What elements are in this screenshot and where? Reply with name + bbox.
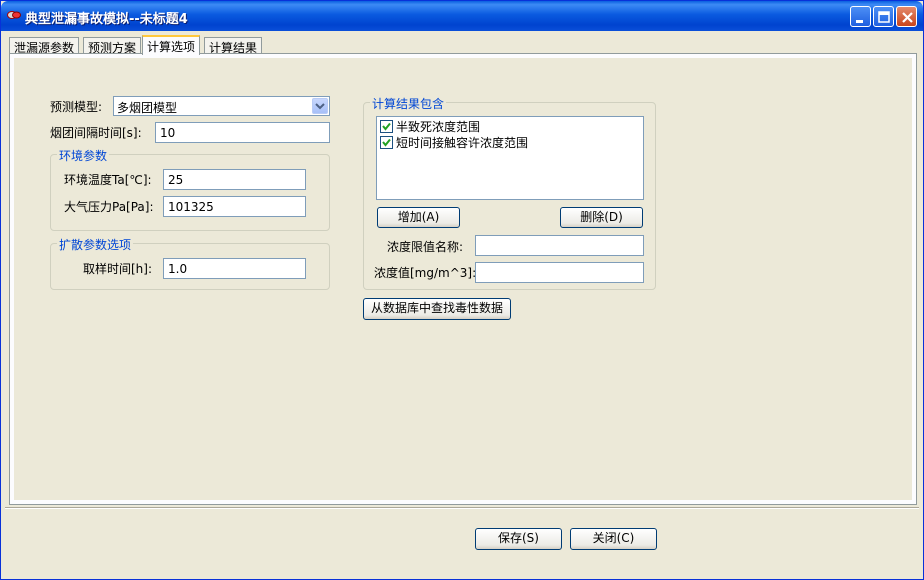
minimize-button[interactable] <box>850 6 871 27</box>
results-listbox[interactable]: 半致死浓度范围 短时间接触容许浓度范围 <box>376 116 644 200</box>
sample-time-input[interactable] <box>163 258 306 279</box>
conc-input[interactable] <box>475 262 644 283</box>
checkbox-lethal[interactable] <box>380 120 393 133</box>
minimize-icon <box>856 20 863 23</box>
conc-label: 浓度值[mg/m^3]: <box>374 266 477 280</box>
model-label: 预测模型: <box>50 100 103 114</box>
tab-calc-results[interactable]: 计算结果 <box>204 37 263 55</box>
model-select-value: 多烟团模型 <box>117 101 178 115</box>
sample-time-label: 取样时间[h]: <box>83 262 153 276</box>
tab-forecast-plan[interactable]: 预测方案 <box>83 37 142 55</box>
maximize-button[interactable] <box>873 6 894 27</box>
interval-input[interactable] <box>155 122 330 143</box>
env-group-title: 环境参数 <box>57 147 110 164</box>
limit-name-input[interactable] <box>475 235 644 256</box>
pressure-label: 大气压力Pa[Pa]: <box>64 200 154 214</box>
chevron-down-icon[interactable] <box>312 98 328 114</box>
save-button[interactable]: 保存(S) <box>475 528 562 550</box>
results-group-title: 计算结果包含 <box>370 95 447 112</box>
interval-label: 烟团间隔时间[s]: <box>50 126 142 140</box>
add-button[interactable]: 增加(A) <box>377 207 460 228</box>
app-icon <box>7 11 21 19</box>
temp-label: 环境温度Ta[℃]: <box>64 173 152 187</box>
diffusion-group-title: 扩散参数选项 <box>57 236 134 253</box>
footer-divider <box>5 507 919 509</box>
check-label-short-term: 短时间接触容许浓度范围 <box>396 136 529 150</box>
window-title: 典型泄漏事故模拟--未标题4 <box>25 12 188 27</box>
close-window-button[interactable] <box>896 6 917 27</box>
env-group: 环境参数 <box>50 147 330 231</box>
app-window: 典型泄漏事故模拟--未标题4 泄漏源参数 预测方案 计算选项 计算结果 预测模型… <box>0 0 924 580</box>
delete-button[interactable]: 删除(D) <box>560 207 643 228</box>
tab-leak-source[interactable]: 泄漏源参数 <box>9 37 80 55</box>
close-button[interactable]: 关闭(C) <box>570 528 657 550</box>
checkbox-short-term[interactable] <box>380 136 393 149</box>
checkmark-icon <box>382 138 391 147</box>
panel-body: 预测模型: 多烟团模型 烟团间隔时间[s]: 环境参数 环境温度Ta[℃]: 大… <box>14 58 912 500</box>
temp-input[interactable] <box>163 169 306 190</box>
pressure-input[interactable] <box>163 196 306 217</box>
limit-name-label: 浓度限值名称: <box>387 240 464 254</box>
title-bar[interactable]: 典型泄漏事故模拟--未标题4 <box>1 1 923 31</box>
tab-panel: 预测模型: 多烟团模型 烟团间隔时间[s]: 环境参数 环境温度Ta[℃]: 大… <box>9 53 917 505</box>
maximize-icon <box>878 11 890 23</box>
checkmark-icon <box>382 122 391 131</box>
toxicity-db-button[interactable]: 从数据库中查找毒性数据 <box>363 298 511 320</box>
model-select[interactable]: 多烟团模型 <box>113 96 330 116</box>
tab-calc-options[interactable]: 计算选项 <box>142 35 201 55</box>
close-icon <box>902 12 913 23</box>
check-label-lethal: 半致死浓度范围 <box>396 120 481 134</box>
